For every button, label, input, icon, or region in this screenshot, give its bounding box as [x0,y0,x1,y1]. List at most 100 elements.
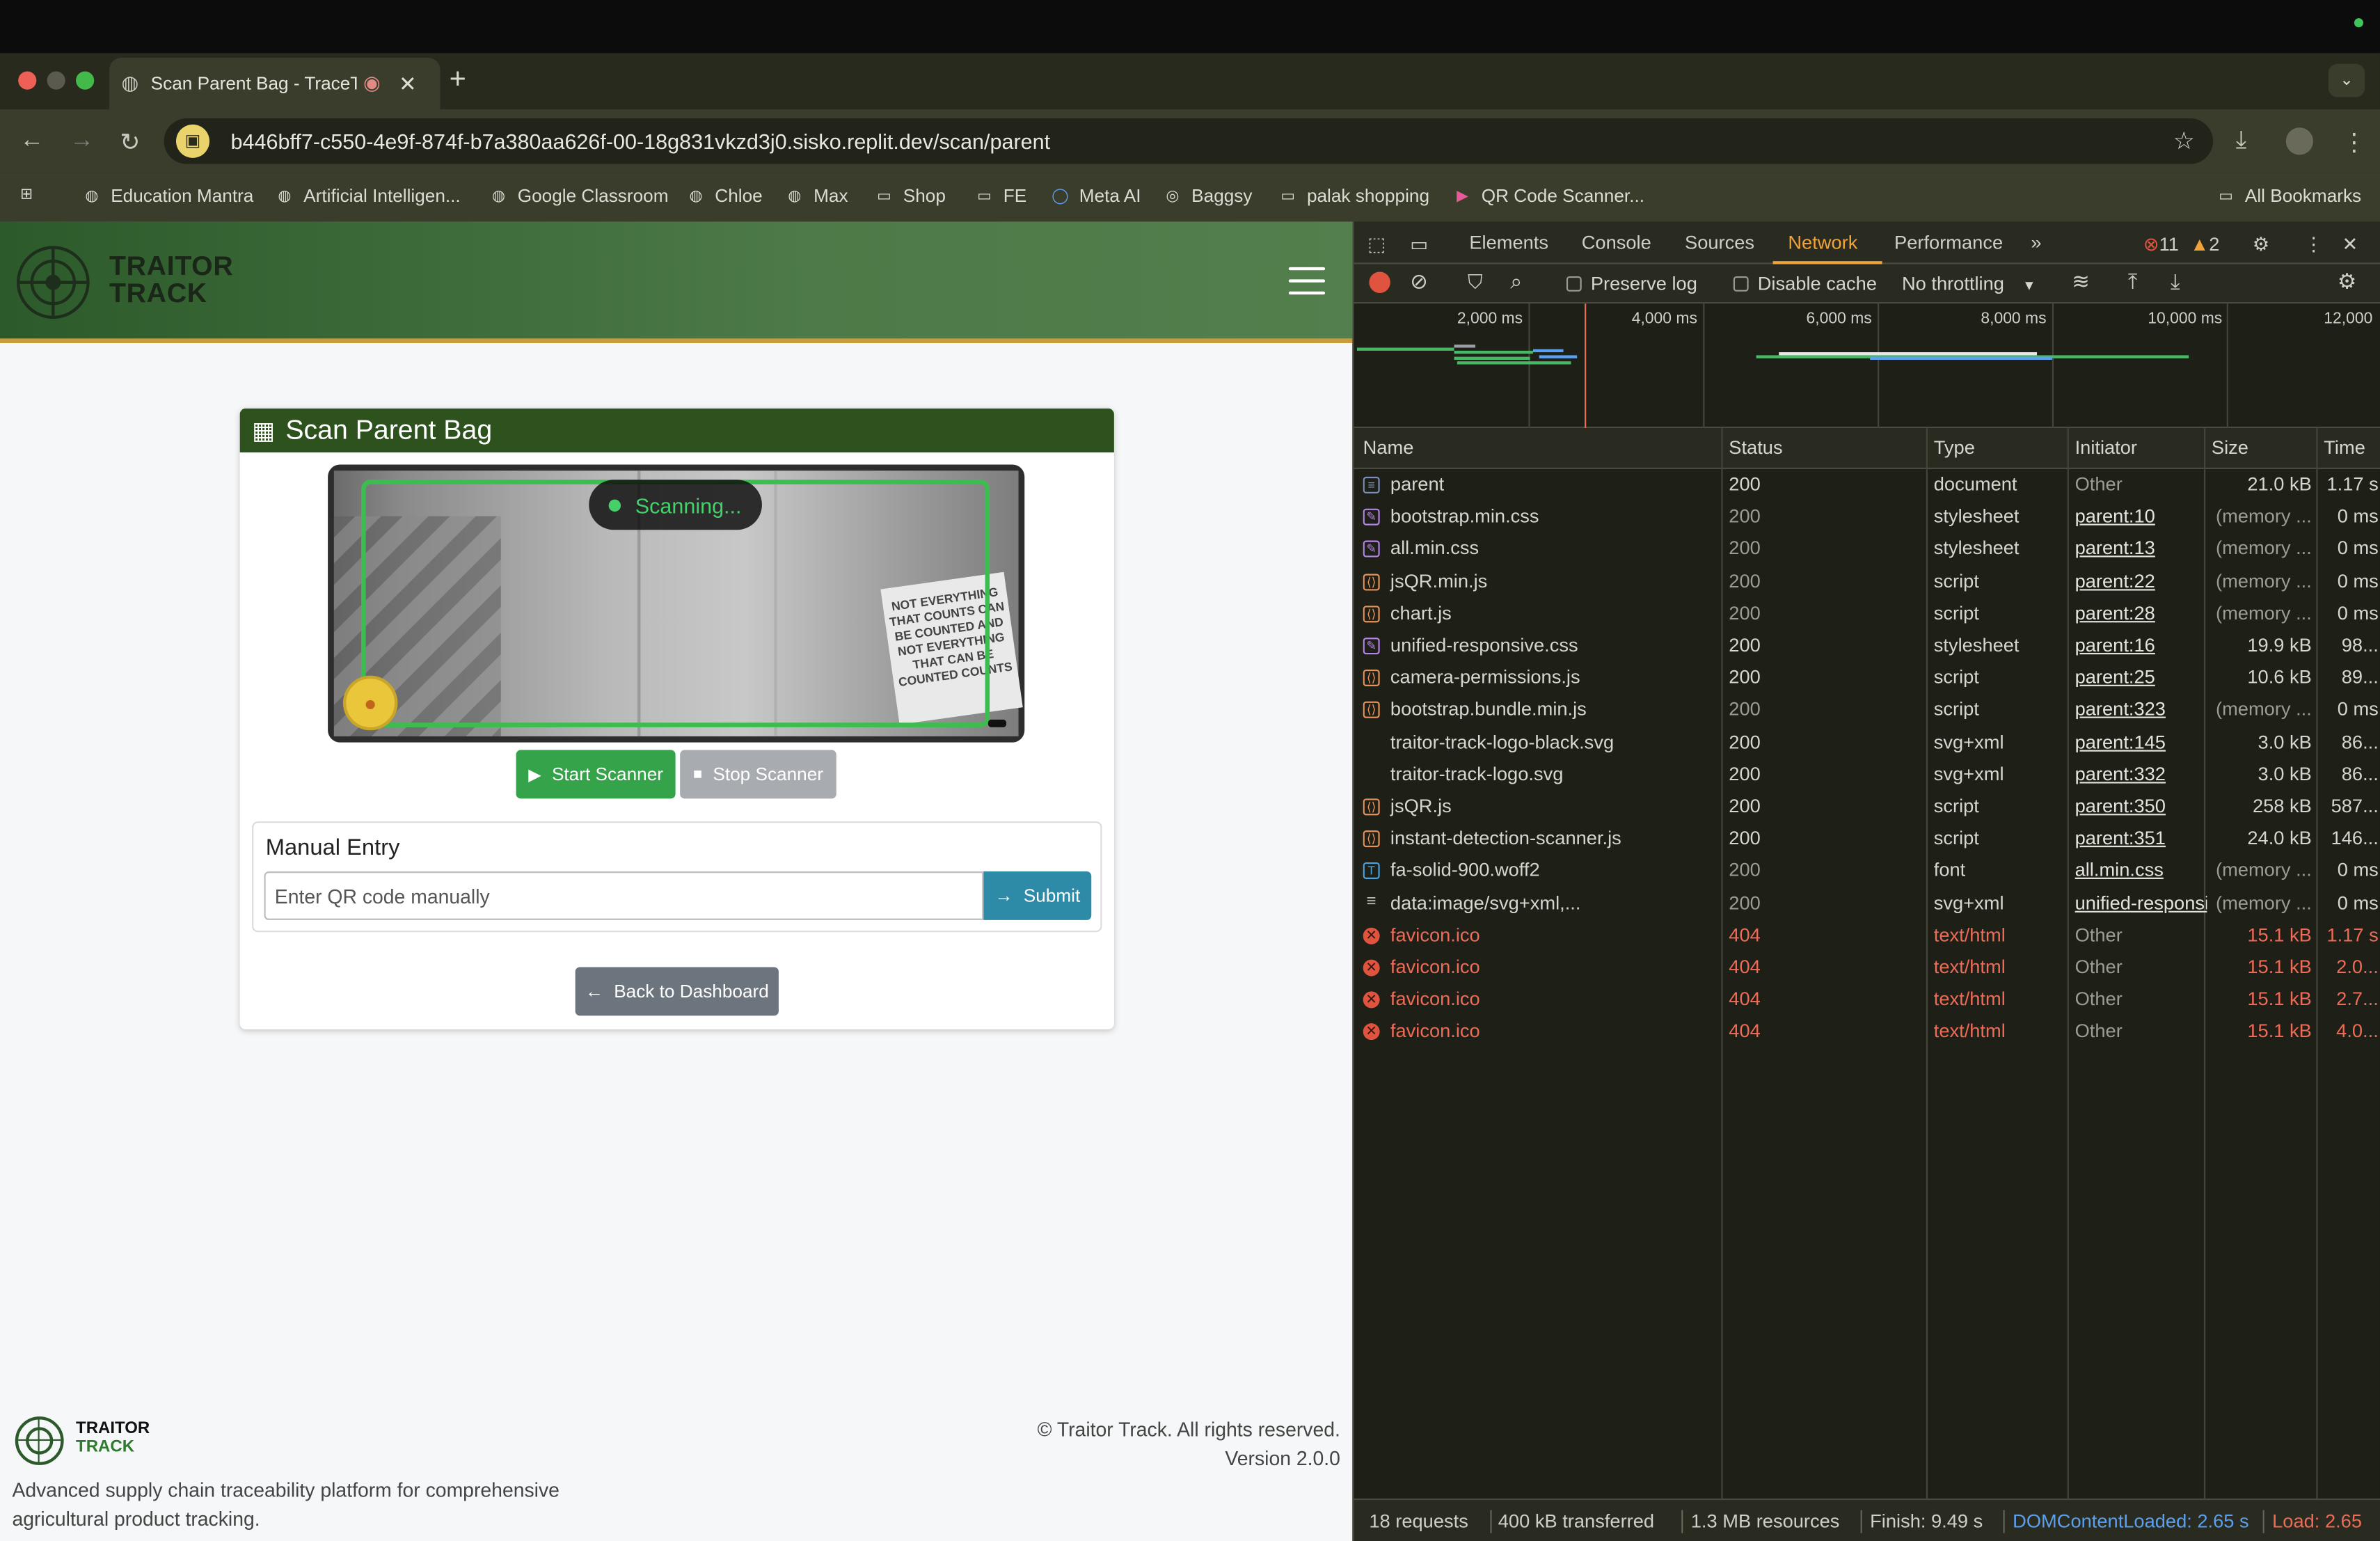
request-row[interactable]: ≡ parent 200 document Other 21.0 kB 1.17 s [1354,469,2380,501]
request-initiator[interactable]: parent:332 [2075,764,2166,785]
request-initiator[interactable]: parent:351 [2075,828,2166,849]
bookmark-folder[interactable]: ▭ palak shopping [1278,185,1429,207]
devtools-menu-icon[interactable]: ⋮ [2304,232,2323,255]
new-tab-button[interactable]: + [450,64,466,97]
hamburger-menu-icon[interactable] [1288,267,1326,303]
request-initiator[interactable]: all.min.css [2075,860,2164,881]
request-row[interactable]: ✎ bootstrap.min.css 200 stylesheet parent:10… [1354,501,2380,533]
request-row[interactable]: ⟨⟩ jsQR.min.js 200 script parent:22 (memory .… [1354,566,2380,598]
network-overview-timeline[interactable]: 2,000 ms 4,000 ms 6,000 ms 8,000 ms 10,0… [1354,303,2380,429]
back-to-dashboard-button[interactable]: ← Back to Dashboard [575,967,779,1016]
search-icon[interactable]: ⌕ [1510,269,1522,294]
preserve-log-checkbox[interactable]: Preserve log [1566,274,1697,294]
request-row[interactable]: ✕ favicon.ico 404 text/html Other 15.1 kB 2.7.… [1354,984,2380,1016]
request-row[interactable]: ✕ favicon.ico 404 text/html Other 15.1 kB 4.0.… [1354,1016,2380,1048]
request-row[interactable]: ✎ unified-responsive.css 200 stylesheet pare… [1354,630,2380,662]
minimize-window-button[interactable] [47,71,65,90]
start-scanner-button[interactable]: ▶ Start Scanner [516,750,676,799]
request-row[interactable]: ⟨⟩ bootstrap.bundle.min.js 200 script parent… [1354,695,2380,727]
bookmark-item[interactable]: ◍ Education Mantra [82,185,253,207]
download-icon[interactable]: ⤓ [2236,127,2246,155]
import-har-icon[interactable]: ⤒ [2128,269,2138,294]
profile-avatar[interactable] [2285,127,2314,155]
column-header[interactable]: Time [2324,437,2365,459]
traitor-track-logo[interactable] [16,246,90,319]
bookmark-item[interactable]: ◎ Baggsy [1163,185,1252,207]
clear-icon[interactable]: ⊘ [1410,269,1428,294]
request-initiator[interactable]: parent:28 [2075,603,2155,624]
bookmark-item[interactable]: ◍ Google Classroom [489,185,669,207]
request-row[interactable]: ⟨⟩ chart.js 200 script parent:28 (memory ... 0… [1354,598,2380,630]
bookmark-item[interactable]: ▶ QR Code Scanner... [1452,185,1644,207]
flashlight-icon[interactable]: ● [342,675,398,731]
filter-icon[interactable]: ⛉ [1468,270,1482,294]
bookmark-item[interactable]: ◯ Meta AI [1050,185,1141,207]
request-initiator[interactable]: unified-responsi [2075,892,2207,914]
tab-console[interactable]: Console [1582,232,1651,254]
tab-performance[interactable]: Performance [1894,232,2003,254]
request-row[interactable]: ✎ all.min.css 200 stylesheet parent:13 (memor… [1354,533,2380,565]
request-initiator[interactable]: parent:13 [2075,538,2155,560]
record-stop-icon[interactable] [1369,271,1390,293]
error-counter[interactable]: ⊗11 ▲2 [2143,232,2220,255]
request-initiator[interactable]: parent:22 [2075,570,2155,592]
bookmark-folder[interactable]: ▭ Shop [874,185,946,207]
throttling-select[interactable]: No throttling ▼ [1902,274,2036,295]
column-header[interactable]: Initiator [2075,437,2137,459]
qr-code-input[interactable] [264,871,984,920]
network-conditions-icon[interactable]: ≋ [2072,269,2090,294]
inspect-element-icon[interactable]: ⬚ [1367,232,1386,255]
column-header[interactable]: Status [1729,437,1782,459]
request-row[interactable]: traitor-track-logo.svg 200 svg+xml parent:3… [1354,759,2380,791]
request-row[interactable]: Tfa-solid-900.woff2 200 font all.min.css (me… [1354,855,2380,887]
request-initiator[interactable]: parent:16 [2075,635,2155,656]
maximize-window-button[interactable] [76,71,95,90]
request-initiator[interactable]: parent:10 [2075,506,2155,528]
bookmark-folder[interactable]: ▭ FE [974,185,1026,207]
column-header[interactable]: Size [2212,437,2248,459]
tab-network[interactable]: Network [1788,232,1857,254]
column-header[interactable]: Name [1363,437,1414,459]
site-info-icon[interactable]: ▣ [176,124,209,158]
bookmark-item[interactable]: ◍ Artificial Intelligen... [275,185,460,207]
omnibox[interactable]: ▣ b446bff7-c550-4e9f-874f-b7a380aa626f-0… [164,118,2214,164]
export-har-icon[interactable]: ⤓ [2171,269,2180,294]
bookmark-item[interactable]: ◍ Chloe [686,185,763,207]
tab-sources[interactable]: Sources [1685,232,1754,254]
settings-gear-icon[interactable]: ⚙ [2253,232,2269,255]
request-row[interactable]: ⟨⟩ camera-permissions.js 200 script parent:2… [1354,662,2380,694]
request-initiator[interactable]: parent:323 [2075,699,2166,720]
all-bookmarks-folder[interactable]: ▭ All Bookmarks [2216,185,2361,207]
request-initiator[interactable]: parent:25 [2075,667,2155,688]
request-row[interactable]: ✕ favicon.ico 404 text/html Other 15.1 kB 1.17… [1354,919,2380,951]
device-toolbar-icon[interactable]: ▭ [1410,232,1428,255]
apps-grid-icon[interactable]: ⊞ [17,185,45,205]
forward-icon[interactable]: → [70,127,94,155]
tab-search-button[interactable]: ⌄ [2328,63,2365,97]
request-row[interactable]: traitor-track-logo-black.svg 200 svg+xml pa… [1354,727,2380,759]
request-initiator[interactable]: parent:350 [2075,796,2166,817]
network-settings-icon[interactable]: ⚙ [2338,269,2356,294]
url-text[interactable]: b446bff7-c550-4e9f-874f-b7a380aa626f-00-… [231,129,1051,153]
close-tab-icon[interactable]: ✕ [399,70,417,96]
back-icon[interactable]: ← [19,127,44,155]
request-row[interactable]: ✕ favicon.ico 404 text/html Other 15.1 kB 2.0.… [1354,952,2380,984]
tab-elements[interactable]: Elements [1469,232,1548,254]
stop-scanner-button[interactable]: ■ Stop Scanner [680,750,836,799]
close-window-button[interactable] [18,71,37,90]
request-row[interactable]: ⟨⟩ jsQR.js 200 script parent:350 258 kB 587... [1354,791,2380,823]
request-initiator[interactable]: parent:145 [2075,731,2166,752]
bookmark-star-icon[interactable]: ☆ [2173,126,2195,157]
request-row[interactable]: ⟨⟩ instant-detection-scanner.js 200 script p… [1354,823,2380,855]
reload-icon[interactable]: ↻ [120,127,140,158]
menu-kebab-icon[interactable]: ⋮ [2342,127,2366,158]
request-row[interactable]: ≡ data:image/svg+xml,... 200 svg+xml unified… [1354,887,2380,919]
submit-button[interactable]: → Submit [983,871,1092,920]
close-devtools-icon[interactable]: ✕ [2342,232,2358,255]
browser-tab[interactable]: ◍ Scan Parent Bag - TraceTr ◉ ✕ [109,57,441,110]
bookmark-item[interactable]: ◍ Max [785,185,848,207]
disable-cache-checkbox[interactable]: Disable cache [1733,274,1877,294]
globe-icon: ◍ [788,187,802,205]
column-header[interactable]: Type [1934,437,1975,459]
more-tabs-icon[interactable]: » [2031,232,2041,254]
